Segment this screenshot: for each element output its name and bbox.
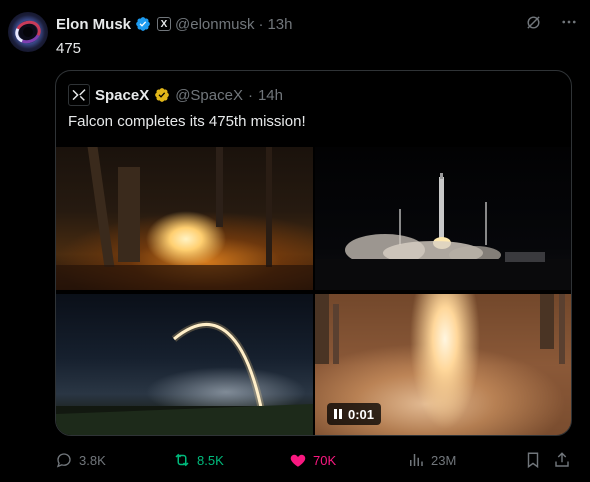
spacex-avatar[interactable] [68, 84, 90, 106]
repost-icon [175, 453, 189, 467]
post-header: Elon Musk X @elonmusk · 13h [56, 14, 292, 34]
heart-icon [290, 454, 306, 467]
media-photo-engines[interactable] [56, 147, 313, 290]
video-time-badge[interactable]: 0:01 [327, 403, 382, 425]
tower-strut [118, 167, 140, 262]
reply-count: 3.8K [79, 452, 106, 468]
like-button[interactable]: 70K [289, 450, 336, 470]
share-button[interactable] [553, 450, 571, 470]
quoted-post[interactable]: SpaceX @SpaceX · 14h Falcon completes it… [55, 70, 572, 436]
author-name[interactable]: Elon Musk [56, 16, 131, 33]
repost-count: 8.5K [197, 452, 224, 468]
quoted-author-handle[interactable]: @SpaceX [175, 87, 243, 104]
ground-shadow [56, 265, 313, 290]
post-text: 475 [56, 40, 82, 57]
verified-badge-icon [136, 17, 150, 31]
quoted-post-header: SpaceX @SpaceX · 14h [68, 84, 283, 106]
media-grid: 0:01 [56, 147, 571, 435]
views-bar-chart-icon [410, 454, 423, 466]
post-top-icons [524, 13, 578, 31]
video-time: 0:01 [348, 406, 375, 422]
more-options-icon[interactable] [560, 13, 578, 31]
share-icon [555, 452, 569, 467]
bookmark-button[interactable] [524, 450, 542, 470]
author-handle[interactable]: @elonmusk [175, 16, 254, 33]
avatar-core [23, 27, 33, 37]
views-button[interactable]: 23M [407, 450, 456, 470]
tower-strut [216, 147, 223, 227]
action-bar: 3.8K 8.5K 70K 23M [55, 450, 575, 470]
quoted-dot-separator: · [247, 86, 253, 104]
repost-button[interactable]: 8.5K [173, 450, 224, 470]
post-time[interactable]: 13h [267, 16, 292, 33]
quoted-post-text: Falcon completes its 475th mission! [68, 113, 306, 130]
quoted-post-time[interactable]: 14h [258, 87, 283, 104]
media-photo-launch-arc[interactable] [56, 294, 313, 435]
bookmark-icon [527, 452, 539, 469]
launch-pad-scene [315, 173, 571, 290]
media-video-liftoff[interactable]: 0:01 [315, 294, 571, 435]
grok-glyph [526, 15, 540, 29]
affiliate-x-badge-icon: X [157, 17, 172, 31]
grok-icon[interactable] [524, 13, 542, 31]
media-photo-launch-pad[interactable] [315, 147, 571, 290]
more-dots-glyph [562, 20, 576, 24]
reply-button[interactable]: 3.8K [55, 450, 106, 470]
tower-strut [87, 147, 115, 267]
avatar[interactable] [8, 12, 48, 52]
reply-icon [56, 453, 71, 468]
verified-gold-badge-icon [155, 88, 170, 102]
quoted-author-name[interactable]: SpaceX [95, 87, 149, 104]
like-count: 70K [313, 452, 337, 468]
launch-arc-scene [56, 321, 313, 435]
spacex-logo-icon [72, 89, 86, 101]
pause-icon[interactable] [334, 409, 342, 419]
tower-strut [266, 147, 272, 267]
views-count: 23M [431, 452, 457, 468]
dot-separator: · [258, 15, 264, 33]
